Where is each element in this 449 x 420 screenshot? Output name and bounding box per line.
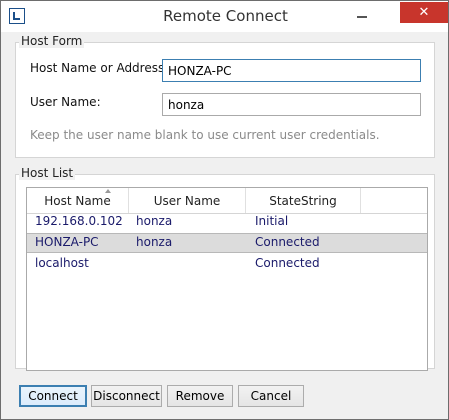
cell-state: Connected [255, 256, 320, 270]
column-header-host-name-label: Host Name [44, 194, 111, 208]
title-bar[interactable]: Remote Connect ✕ [1, 1, 448, 32]
cell-user-name: honza [136, 235, 173, 249]
host-name-label: Host Name or Address: [30, 61, 169, 75]
remove-button[interactable]: Remove [167, 385, 233, 407]
column-header-state-string-label: StateString [269, 194, 337, 208]
table-row[interactable]: localhost Connected [27, 254, 427, 274]
user-name-input[interactable] [162, 93, 421, 116]
cancel-button[interactable]: Cancel [238, 385, 304, 407]
column-header-user-name[interactable]: User Name [129, 188, 246, 213]
host-list-view[interactable]: Host Name User Name StateString 192.168.… [26, 187, 428, 371]
connect-button[interactable]: Connect [19, 385, 87, 407]
cell-state: Connected [255, 235, 320, 249]
credentials-hint: Keep the user name blank to use current … [30, 128, 380, 142]
cell-state: Initial [255, 214, 289, 228]
host-list-label: Host List [19, 166, 76, 180]
cell-host-name: 192.168.0.102 [35, 214, 123, 228]
column-header-host-name[interactable]: Host Name [27, 188, 129, 213]
sort-ascending-icon [105, 189, 111, 193]
window-title: Remote Connect [163, 7, 288, 25]
cell-host-name: HONZA-PC [35, 235, 99, 249]
remote-connect-window: Remote Connect ✕ Host Form Host Name or … [0, 0, 449, 420]
column-header-state-string[interactable]: StateString [246, 188, 361, 213]
host-name-input[interactable] [162, 59, 421, 82]
close-button[interactable]: ✕ [400, 2, 448, 23]
minimize-button[interactable] [348, 10, 376, 24]
disconnect-button[interactable]: Disconnect [91, 385, 162, 407]
column-header-user-name-label: User Name [153, 194, 221, 208]
cell-user-name: honza [136, 214, 173, 228]
host-form-label: Host Form [19, 34, 85, 48]
cell-host-name: localhost [35, 256, 89, 270]
table-row[interactable]: 192.168.0.102 honza Initial [27, 212, 427, 232]
user-name-label: User Name: [30, 95, 101, 109]
table-row-selected[interactable]: HONZA-PC honza Connected [27, 233, 427, 253]
